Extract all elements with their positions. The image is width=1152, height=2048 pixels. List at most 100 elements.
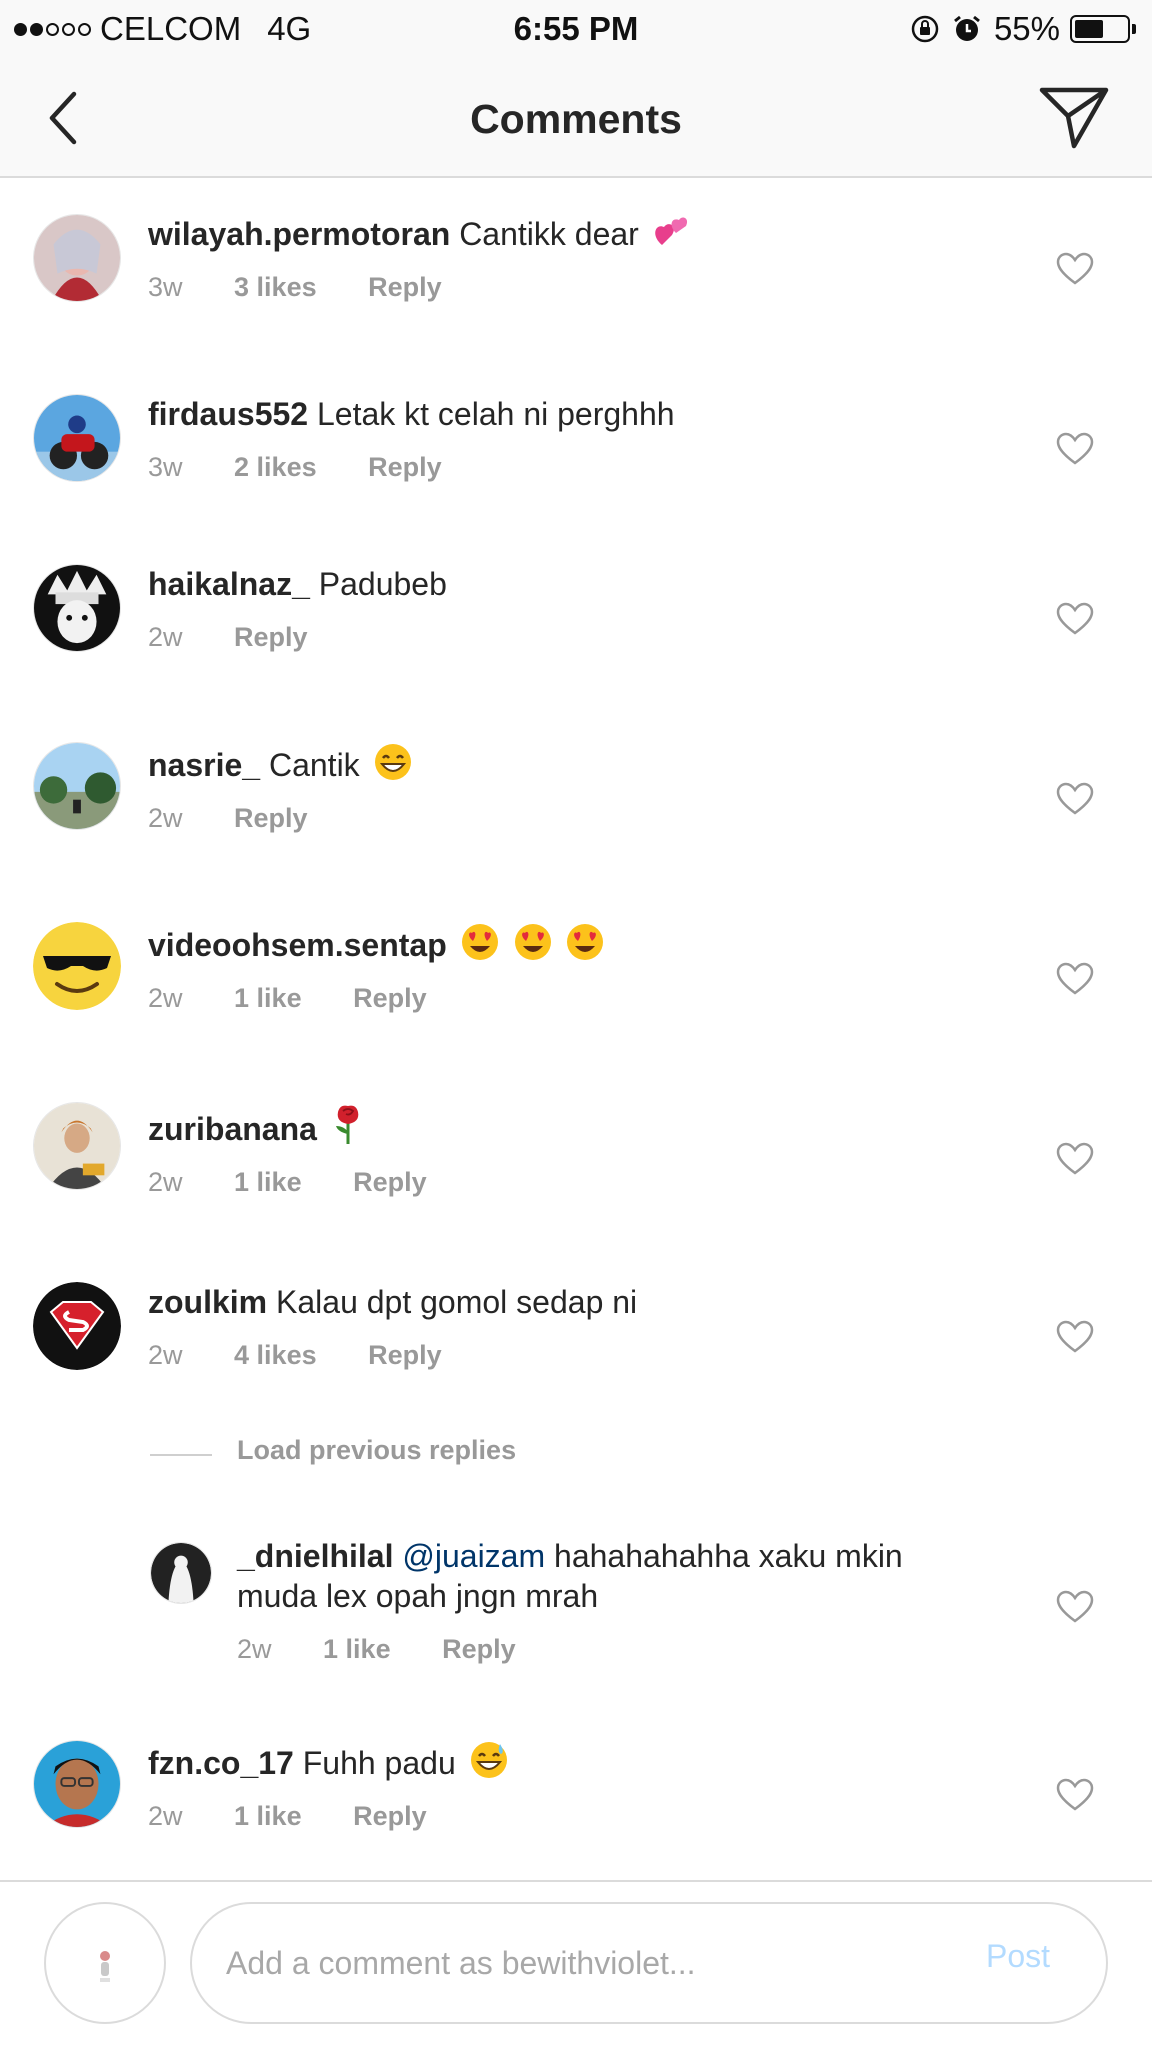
- comment-time: 2w: [237, 1634, 272, 1664]
- load-previous-replies-label: Load previous replies: [237, 1435, 517, 1465]
- rose-emoji-icon: [335, 1105, 359, 1144]
- battery-cap: [1132, 24, 1136, 34]
- rotation-lock-icon: [911, 15, 939, 43]
- avatar[interactable]: [33, 1102, 121, 1190]
- comment-time: 2w: [148, 1801, 183, 1831]
- comment-message: Letak kt celah ni perghhh: [316, 396, 675, 432]
- reply-button[interactable]: Reply: [353, 1167, 427, 1197]
- comment-meta: 3w 2 likes Reply: [148, 452, 1008, 483]
- page-title: Comments: [470, 96, 682, 142]
- comment-text: fzn.co_17 Fuhh padu: [148, 1740, 1008, 1783]
- reply-button[interactable]: Reply: [353, 983, 427, 1013]
- reply-button[interactable]: Reply: [442, 1634, 516, 1664]
- comment-meta: 2w Reply: [148, 622, 1008, 653]
- load-previous-replies[interactable]: Load previous replies: [150, 1435, 850, 1475]
- comment-time: 2w: [148, 1167, 183, 1197]
- comment-text: zuribanana: [148, 1102, 1008, 1149]
- avatar[interactable]: [44, 1902, 166, 2024]
- comment-message: Padubeb: [318, 566, 447, 602]
- comment-composer: Post: [0, 1880, 1152, 2048]
- comment-username[interactable]: zoulkim: [148, 1284, 267, 1320]
- avatar[interactable]: [33, 922, 121, 1010]
- comment-message: Fuhh padu: [302, 1745, 456, 1781]
- avatar[interactable]: [150, 1542, 212, 1604]
- post-button[interactable]: Post: [986, 1938, 1050, 1975]
- comment-time: 3w: [148, 452, 183, 482]
- comment-time: 3w: [148, 272, 183, 302]
- battery-fill: [1075, 20, 1103, 38]
- comment-meta: 2w 1 like Reply: [148, 983, 1008, 1014]
- reply-button[interactable]: Reply: [234, 803, 308, 833]
- reply-button[interactable]: Reply: [368, 272, 442, 302]
- comment-text: nasrie_ Cantik: [148, 742, 1008, 785]
- comment-text: zoulkim Kalau dpt gomol sedap ni: [148, 1282, 1008, 1322]
- battery-icon: [1070, 15, 1130, 43]
- avatar[interactable]: [33, 1740, 121, 1828]
- reply-button[interactable]: Reply: [368, 452, 442, 482]
- battery-percent: 55%: [993, 10, 1060, 47]
- avatar[interactable]: [33, 394, 121, 482]
- divider: [150, 1454, 212, 1456]
- comment-likes[interactable]: 3 likes: [234, 272, 317, 302]
- avatar[interactable]: [33, 564, 121, 652]
- reply-button[interactable]: Reply: [353, 1801, 427, 1831]
- comment-username[interactable]: haikalnaz_: [148, 566, 310, 602]
- comment-message: Cantik: [268, 747, 360, 783]
- heart-icon[interactable]: [1056, 1590, 1094, 1624]
- heart-eyes-emoji-icon: [567, 924, 604, 960]
- comment-username[interactable]: _dnielhilal: [237, 1538, 393, 1574]
- comment-likes[interactable]: 1 like: [234, 983, 302, 1013]
- comment-meta: 2w 1 like Reply: [148, 1167, 1008, 1198]
- comment-time: 2w: [148, 803, 183, 833]
- comment-list[interactable]: wilayah.permotoran Cantikk dear 3w 3 lik…: [0, 178, 1152, 1880]
- heart-icon[interactable]: [1056, 1320, 1094, 1354]
- heart-icon[interactable]: [1056, 252, 1094, 286]
- comment-time: 2w: [148, 983, 183, 1013]
- reply-button[interactable]: Reply: [368, 1340, 442, 1370]
- heart-eyes-emoji-icon: [461, 924, 498, 960]
- nav-bar: Comments: [0, 58, 1152, 178]
- heart-icon[interactable]: [1056, 602, 1094, 636]
- comment-time: 2w: [148, 622, 183, 652]
- reply-button[interactable]: Reply: [234, 622, 308, 652]
- comment-likes[interactable]: 1 like: [323, 1634, 391, 1664]
- heart-icon[interactable]: [1056, 782, 1094, 816]
- grinning-face-emoji-icon: [374, 744, 411, 780]
- avatar[interactable]: [33, 214, 121, 302]
- comment-meta: 2w 4 likes Reply: [148, 1340, 1008, 1371]
- comment-text: _dnielhilal @juaizam hahahahahha xaku mk…: [237, 1536, 977, 1616]
- comment-time: 2w: [148, 1340, 183, 1370]
- comment-meta: 3w 3 likes Reply: [148, 272, 1008, 303]
- alarm-icon: [954, 15, 980, 41]
- comment-likes[interactable]: 1 like: [234, 1167, 302, 1197]
- comment-username[interactable]: firdaus552: [148, 396, 308, 432]
- comment-meta: 2w 1 like Reply: [237, 1634, 977, 1665]
- heart-icon[interactable]: [1056, 1142, 1094, 1176]
- comment-username[interactable]: fzn.co_17: [148, 1745, 294, 1781]
- comment-text: wilayah.permotoran Cantikk dear: [148, 214, 1008, 254]
- status-bar: CELCOM 4G 6:55 PM 55%: [0, 0, 1152, 58]
- comment-input[interactable]: [190, 1902, 1108, 2024]
- comment-likes[interactable]: 4 likes: [234, 1340, 317, 1370]
- comment-username[interactable]: videoohsem.sentap: [148, 927, 447, 963]
- comment-username[interactable]: zuribanana: [148, 1111, 317, 1147]
- avatar[interactable]: [33, 1282, 121, 1370]
- paper-plane-icon[interactable]: [1038, 86, 1110, 150]
- comment-text: haikalnaz_ Padubeb: [148, 564, 1008, 604]
- heart-icon[interactable]: [1056, 432, 1094, 466]
- avatar[interactable]: [33, 742, 121, 830]
- comment-likes[interactable]: 1 like: [234, 1801, 302, 1831]
- heart-icon[interactable]: [1056, 1778, 1094, 1812]
- comment-username[interactable]: nasrie_: [148, 747, 260, 783]
- grinning-sweat-emoji-icon: [470, 1742, 507, 1778]
- two-hearts-emoji-icon: [654, 217, 687, 245]
- comment-message: Cantikk dear: [459, 216, 639, 252]
- comment-username[interactable]: wilayah.permotoran: [148, 216, 450, 252]
- comment-meta: 2w Reply: [148, 803, 1008, 834]
- comment-text: firdaus552 Letak kt celah ni perghhh: [148, 394, 1008, 434]
- heart-eyes-emoji-icon: [514, 924, 551, 960]
- mention-link[interactable]: @juaizam: [402, 1538, 545, 1574]
- comment-message: Kalau dpt gomol sedap ni: [276, 1284, 638, 1320]
- comment-likes[interactable]: 2 likes: [234, 452, 317, 482]
- heart-icon[interactable]: [1056, 962, 1094, 996]
